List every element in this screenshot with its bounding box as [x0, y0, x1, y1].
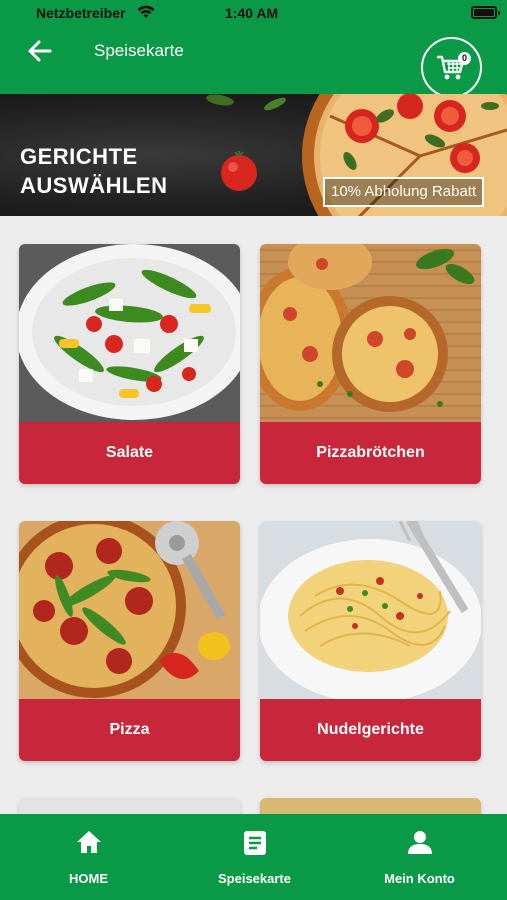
- home-icon: [76, 831, 101, 853]
- nav-mein-konto-label: Mein Konto: [384, 871, 455, 886]
- banner-title: GERICHTE AUSWÄHLEN: [20, 142, 168, 200]
- nav-home[interactable]: HOME: [4, 814, 173, 900]
- pizza-image: [19, 521, 240, 699]
- category-card-nudelgerichte[interactable]: Nudelgerichte: [260, 521, 481, 761]
- menu-list-icon: [243, 831, 266, 855]
- category-label: Salate: [19, 422, 240, 484]
- discount-badge: 10% Abholung Rabatt: [323, 177, 485, 207]
- category-card-pizzabroetchen[interactable]: Pizzabrötchen: [260, 244, 481, 484]
- battery-icon: [471, 6, 500, 19]
- nav-home-label: HOME: [69, 871, 108, 886]
- carrier-label: Netzbetreiber: [36, 5, 126, 21]
- category-label: Pizza: [19, 699, 240, 761]
- cart-button[interactable]: 0: [421, 37, 482, 98]
- nav-speisekarte[interactable]: Speisekarte: [170, 814, 339, 900]
- category-label: Nudelgerichte: [260, 699, 481, 761]
- status-bar: Netzbetreiber 1:40 AM: [0, 0, 507, 26]
- salad-image: [19, 244, 240, 422]
- back-button[interactable]: [26, 38, 54, 64]
- basil-leaves-decor: [206, 94, 287, 111]
- nav-mein-konto[interactable]: Mein Konto: [335, 814, 504, 900]
- cart-count-badge: 0: [458, 52, 471, 65]
- category-label: Pizzabrötchen: [260, 422, 481, 484]
- bottom-navigation: HOME Speisekarte Mein Konto: [0, 814, 507, 900]
- wifi-icon: [137, 5, 155, 24]
- tomato-decor: [221, 151, 257, 191]
- arrow-left-icon: [28, 40, 52, 62]
- nav-speisekarte-label: Speisekarte: [218, 871, 291, 886]
- user-icon: [407, 831, 432, 854]
- pasta-image: [260, 521, 481, 699]
- hero-banner: GERICHTE AUSWÄHLEN 10% Abholung Rabatt: [0, 94, 507, 216]
- banner-title-line2: AUSWÄHLEN: [20, 173, 168, 198]
- app-header: Netzbetreiber 1:40 AM Speisekarte 0: [0, 0, 507, 98]
- pizza-rolls-image: [260, 244, 481, 422]
- banner-title-line1: GERICHTE: [20, 144, 138, 169]
- page-title: Speisekarte: [94, 41, 184, 60]
- category-card-salate[interactable]: Salate: [19, 244, 240, 484]
- clock: 1:40 AM: [225, 5, 279, 21]
- category-card-pizza[interactable]: Pizza: [19, 521, 240, 761]
